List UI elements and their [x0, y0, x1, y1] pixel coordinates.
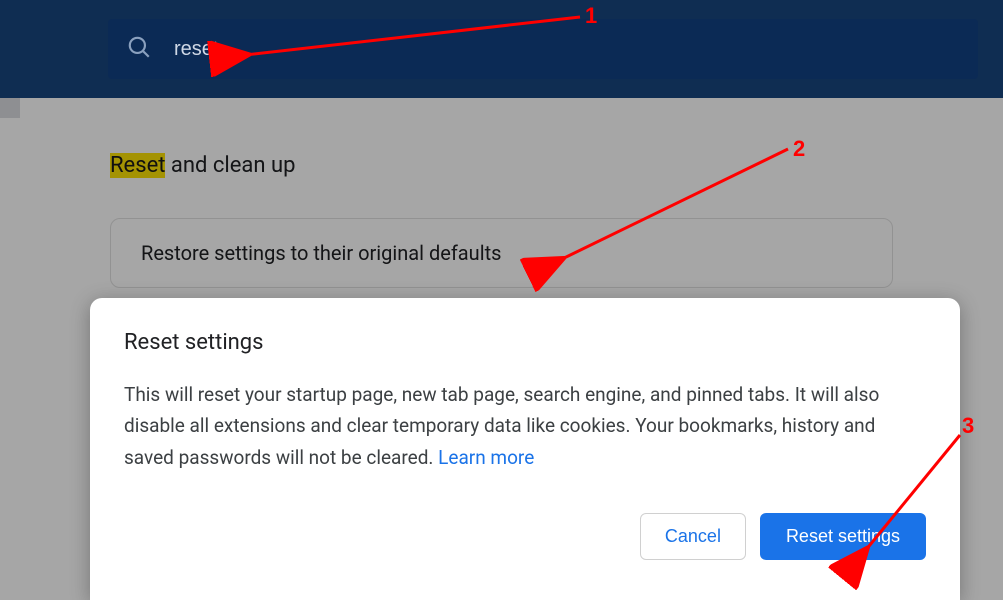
learn-more-link[interactable]: Learn more: [438, 446, 534, 469]
search-input[interactable]: [174, 38, 574, 61]
settings-search-bar: [0, 0, 1003, 98]
search-input-wrapper[interactable]: [108, 19, 978, 79]
dialog-actions: Cancel Reset settings: [124, 513, 926, 560]
dialog-title: Reset settings: [124, 330, 926, 355]
reset-settings-dialog: Reset settings This will reset your star…: [90, 298, 960, 600]
cancel-button[interactable]: Cancel: [640, 513, 746, 560]
dialog-body: This will reset your startup page, new t…: [124, 379, 926, 473]
reset-settings-button[interactable]: Reset settings: [760, 513, 926, 560]
search-icon: [126, 34, 152, 64]
